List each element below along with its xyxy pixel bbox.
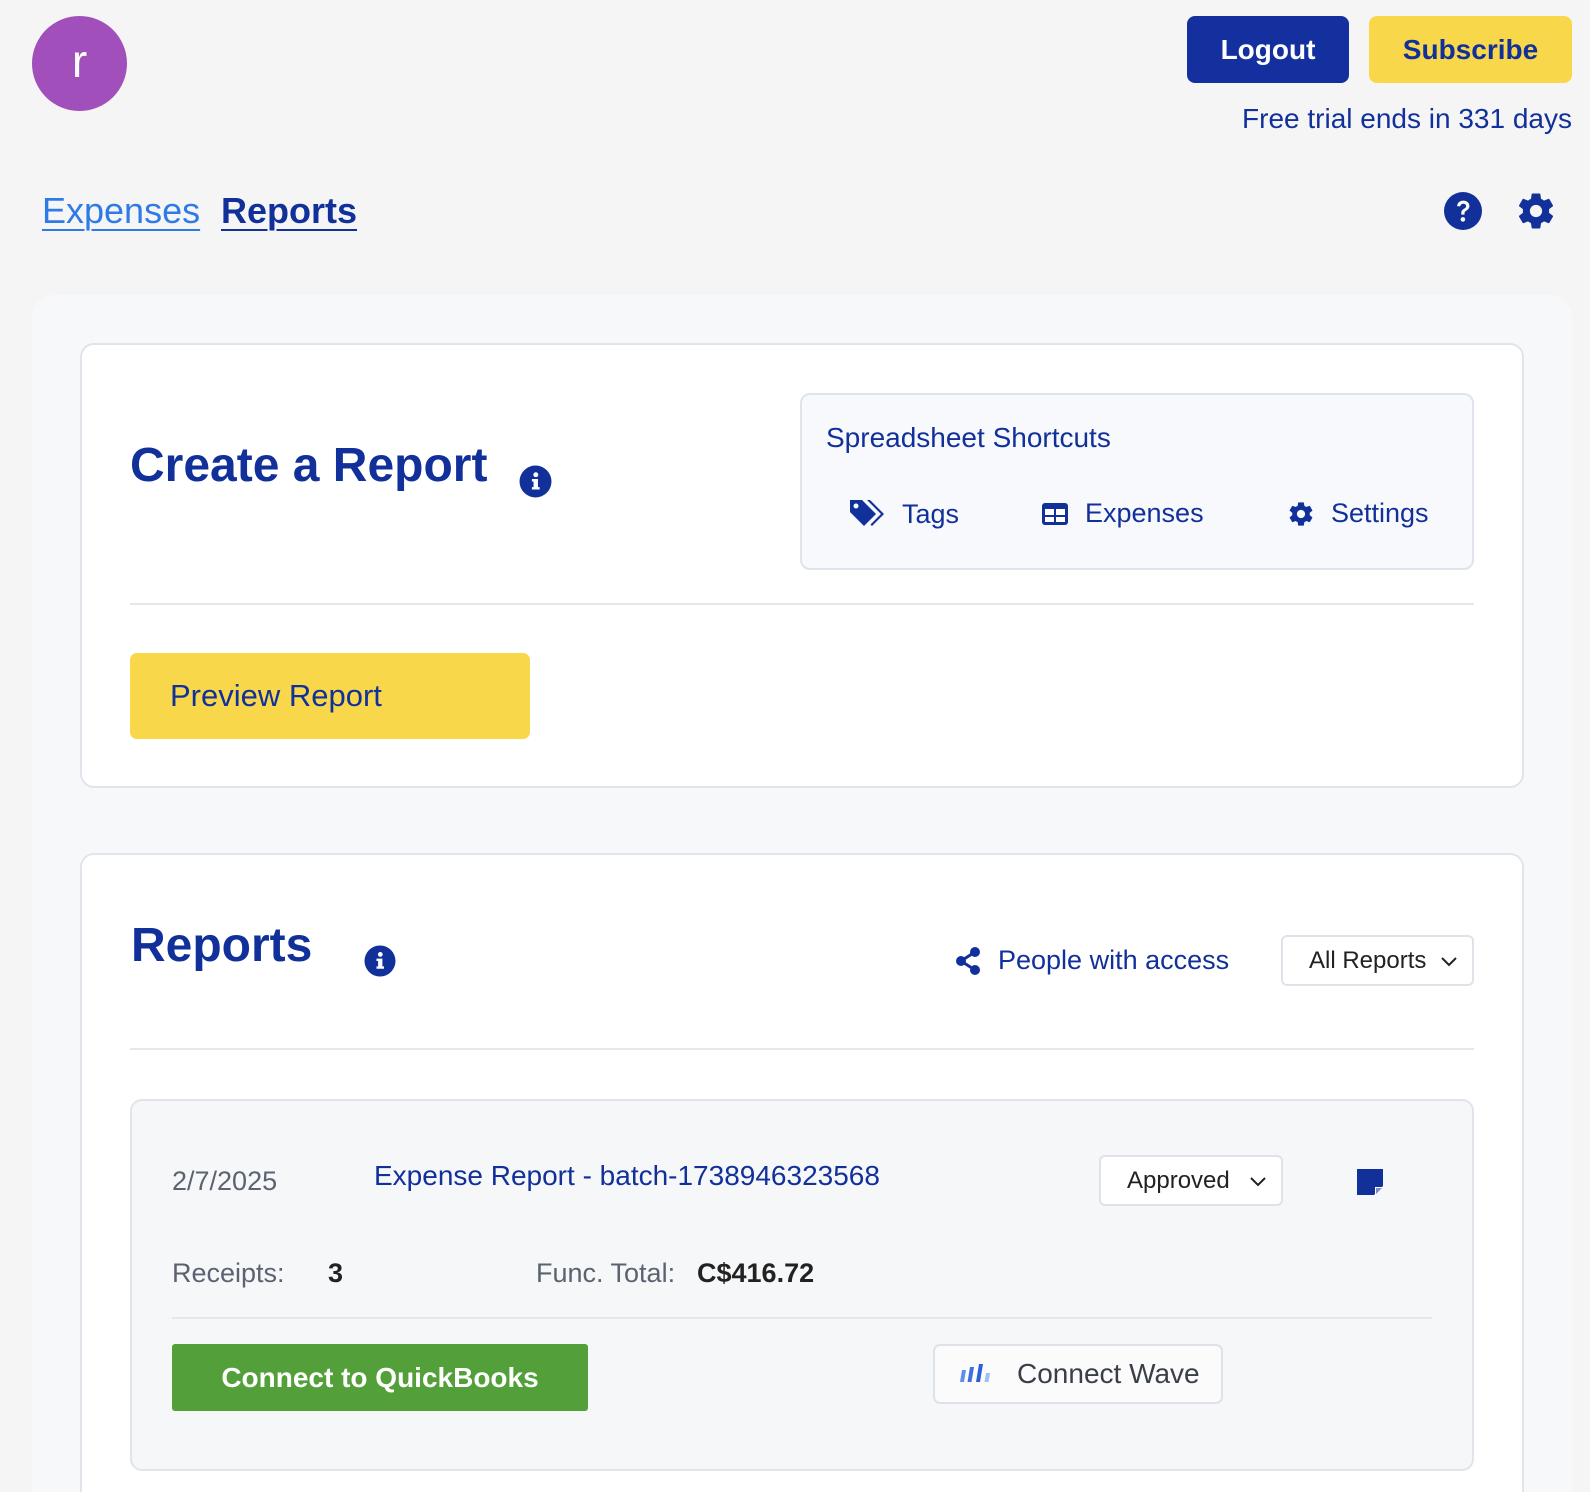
report-title-link[interactable]: Expense Report - batch-1738946323568: [374, 1160, 880, 1192]
spreadsheet-shortcuts-panel: [800, 393, 1474, 570]
share-icon: [956, 946, 980, 975]
shortcut-tags[interactable]: Tags: [848, 498, 959, 530]
gear-icon: [1289, 501, 1313, 526]
report-status-select[interactable]: Approved: [1099, 1155, 1283, 1206]
connect-quickbooks-button[interactable]: Connect to QuickBooks: [172, 1344, 588, 1411]
logout-button[interactable]: Logout: [1187, 16, 1349, 83]
app-page: r Logout Subscribe Free trial ends in 33…: [0, 0, 1590, 1492]
shortcut-settings[interactable]: Settings: [1287, 498, 1429, 529]
shortcuts-title: Spreadsheet Shortcuts: [826, 422, 1111, 453]
help-icon[interactable]: [1443, 191, 1483, 231]
shortcut-expenses[interactable]: Expenses: [1041, 498, 1204, 529]
divider: [130, 603, 1474, 605]
note-icon[interactable]: [1355, 1167, 1385, 1197]
report-status-value: Approved: [1127, 1166, 1230, 1194]
shortcut-tags-label: Tags: [902, 498, 960, 529]
reports-filter-select[interactable]: All Reports: [1281, 935, 1474, 986]
connect-wave-button[interactable]: Connect Wave: [933, 1344, 1223, 1404]
tags-icon: [850, 500, 884, 526]
settings-gear-icon[interactable]: [1515, 190, 1557, 232]
receipts-label: Receipts:: [172, 1258, 285, 1288]
connect-wave-label: Connect Wave: [1017, 1358, 1200, 1389]
create-report-title: Create a Report: [130, 439, 488, 492]
people-with-access-label: People with access: [998, 945, 1230, 975]
preview-report-button[interactable]: Preview Report: [130, 653, 530, 739]
chevron-down-icon: [1441, 956, 1457, 966]
table-icon: [1042, 502, 1068, 525]
trial-status-text: Free trial ends in 331 days: [1242, 103, 1572, 134]
report-date: 2/7/2025: [172, 1166, 278, 1196]
shortcut-expenses-label: Expenses: [1085, 498, 1204, 528]
nav-link-reports[interactable]: Reports: [221, 190, 357, 232]
chevron-down-icon: [1250, 1176, 1266, 1186]
shortcut-settings-label: Settings: [1331, 498, 1429, 528]
people-with-access-link[interactable]: People with access: [954, 945, 1229, 976]
receipts-count: 3: [328, 1258, 344, 1288]
avatar[interactable]: r: [32, 16, 127, 111]
wave-logo-icon: [960, 1364, 990, 1382]
info-icon[interactable]: [364, 945, 396, 977]
subscribe-button[interactable]: Subscribe: [1369, 16, 1572, 83]
info-icon[interactable]: [519, 465, 552, 498]
divider: [172, 1317, 1432, 1319]
nav-link-expenses[interactable]: Expenses: [42, 190, 200, 232]
divider: [130, 1048, 1474, 1050]
func-total-label: Func. Total:: [536, 1258, 676, 1288]
reports-title: Reports: [131, 919, 313, 972]
func-total-value: C$416.72: [697, 1258, 815, 1288]
reports-filter-value: All Reports: [1309, 946, 1427, 974]
